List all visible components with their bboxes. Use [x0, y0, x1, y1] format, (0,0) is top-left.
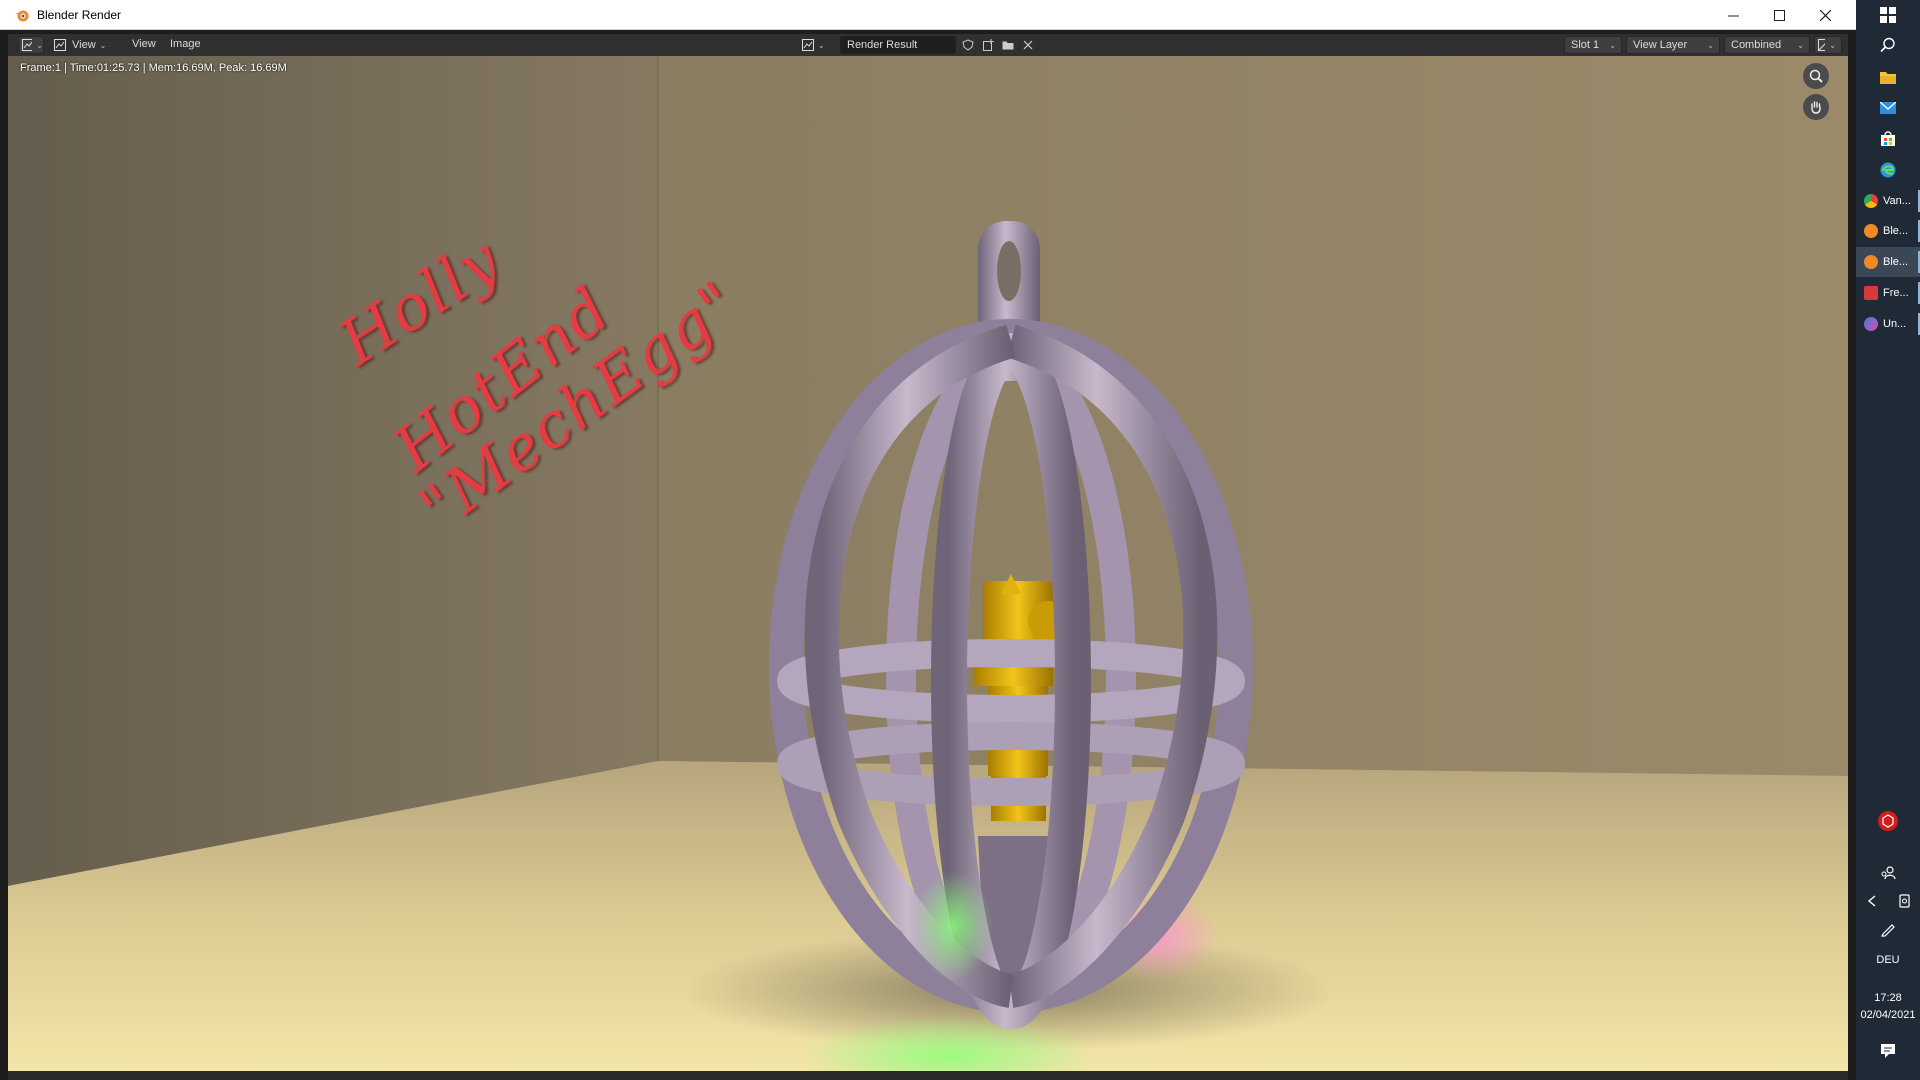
slot-dropdown[interactable]: Slot 1 ⌄	[1564, 36, 1622, 54]
zoom-button[interactable]	[1803, 63, 1829, 89]
taskbar-app-label: Van...	[1883, 195, 1911, 207]
render-viewport[interactable]: Holly HotEnd "MechEgg" Frame:1 | Time:01…	[8, 56, 1848, 1071]
zoom-icon	[1809, 69, 1823, 83]
blender-window: Blender Render ⌄ View ⌄ View Image ⌄ Ren…	[0, 0, 1856, 1080]
unlink-image-button[interactable]	[1020, 37, 1036, 53]
chevron-down-icon: ⌄	[99, 40, 107, 50]
blender-icon	[15, 10, 29, 22]
maximize-button[interactable]	[1756, 0, 1802, 30]
mail-button[interactable]	[1856, 93, 1920, 123]
blender-icon	[1864, 255, 1878, 269]
taskbar-app-label: Un...	[1883, 318, 1907, 330]
device-icon	[1899, 894, 1910, 908]
search-icon	[1880, 37, 1895, 53]
show-hidden-icons-button[interactable]	[1856, 886, 1888, 916]
render-pass-value: Combined	[1731, 39, 1782, 51]
minimize-button[interactable]	[1710, 0, 1756, 30]
window-titlebar: Blender Render	[0, 0, 1856, 30]
pen-icon	[1881, 924, 1895, 937]
open-image-button[interactable]	[1000, 37, 1016, 53]
notification-icon	[1881, 1044, 1895, 1058]
maximize-icon	[1773, 9, 1785, 21]
minimize-icon	[1727, 15, 1739, 16]
red-cube-icon	[1878, 811, 1898, 831]
image-name-value: Render Result	[847, 39, 918, 51]
menu-image[interactable]: Image	[170, 38, 201, 50]
folder-icon	[1002, 41, 1014, 50]
taskbar-app-label: Ble...	[1883, 256, 1909, 268]
view-mode-dropdown[interactable]: View ⌄	[54, 36, 114, 54]
start-button[interactable]	[1856, 0, 1920, 30]
file-explorer-button[interactable]	[1856, 62, 1920, 92]
new-document-icon	[983, 39, 994, 51]
close-icon	[1819, 9, 1831, 21]
taskbar-app-3[interactable]: Fre...	[1856, 278, 1920, 308]
freecad-icon	[1864, 286, 1878, 300]
menu-view[interactable]: View	[132, 38, 156, 50]
mail-icon	[1880, 102, 1896, 114]
close-button[interactable]	[1802, 0, 1848, 30]
taskbar-app-1[interactable]: Ble...	[1856, 216, 1920, 246]
store-bag-icon	[1881, 131, 1895, 146]
input-language[interactable]: DEU	[1856, 954, 1920, 966]
status-bar	[8, 1071, 1848, 1080]
chevron-left-icon	[1867, 895, 1876, 907]
shield-icon	[962, 39, 974, 51]
tray-app-button[interactable]	[1856, 806, 1920, 836]
ultimaker-cura-icon	[1864, 317, 1878, 331]
chevron-down-icon: ⌄	[818, 40, 825, 50]
chevron-down-icon: ⌄	[1707, 40, 1714, 50]
folder-icon	[1880, 72, 1896, 84]
chevron-down-icon: ⌄	[1829, 40, 1836, 50]
edge-icon	[1880, 162, 1896, 178]
render-result-image	[8, 56, 1848, 1071]
image-icon	[802, 39, 814, 51]
action-center-button[interactable]	[1856, 1036, 1920, 1066]
pen-button[interactable]	[1856, 914, 1920, 944]
chevron-down-icon: ⌄	[1797, 40, 1804, 50]
image-editor-header: ⌄ View ⌄ View Image ⌄ Render Result Slot…	[8, 34, 1848, 56]
windows-taskbar: Van... Ble... Ble... Fre... Un... DEU 17…	[1856, 0, 1920, 1080]
people-icon	[1881, 866, 1896, 880]
chrome-icon	[1864, 194, 1878, 208]
view-layer-value: View Layer	[1633, 39, 1688, 51]
people-button[interactable]	[1856, 858, 1920, 888]
edge-button[interactable]	[1856, 155, 1920, 185]
view-mode-label: View	[72, 39, 96, 51]
render-pass-dropdown[interactable]: Combined ⌄	[1724, 36, 1810, 54]
store-button[interactable]	[1856, 124, 1920, 154]
image-browse-button[interactable]: ⌄	[802, 36, 828, 54]
slot-value: Slot 1	[1571, 39, 1600, 51]
windows-logo-icon	[1880, 7, 1896, 23]
taskbar-app-2[interactable]: Ble...	[1856, 247, 1920, 277]
image-name-field[interactable]: Render Result	[840, 36, 956, 54]
taskbar-app-label: Ble...	[1883, 225, 1909, 237]
taskbar-app-4[interactable]: Un...	[1856, 309, 1920, 339]
blender-icon	[1864, 224, 1878, 238]
taskbar-app-0[interactable]: Van...	[1856, 186, 1920, 216]
fake-user-button[interactable]	[960, 37, 976, 53]
new-image-button[interactable]	[980, 37, 996, 53]
search-button[interactable]	[1856, 30, 1920, 60]
device-button[interactable]	[1888, 886, 1920, 916]
image-icon	[54, 39, 66, 51]
chevron-down-icon: ⌄	[1609, 40, 1616, 50]
editor-type-button[interactable]: ⌄	[18, 36, 44, 54]
pan-button[interactable]	[1803, 94, 1829, 120]
image-editor-icon	[22, 39, 33, 51]
taskbar-app-label: Fre...	[1883, 287, 1909, 299]
render-status-info: Frame:1 | Time:01:25.73 | Mem:16.69M, Pe…	[20, 62, 287, 74]
chevron-down-icon: ⌄	[36, 40, 43, 50]
display-channels-icon	[1818, 39, 1826, 51]
display-channels-dropdown[interactable]: ⌄	[1814, 36, 1842, 54]
window-title: Blender Render	[37, 8, 122, 22]
clock-time[interactable]: 17:28	[1856, 992, 1920, 1004]
clock-date[interactable]: 02/04/2021	[1856, 1009, 1920, 1021]
close-icon	[1023, 40, 1033, 50]
view-layer-dropdown[interactable]: View Layer ⌄	[1626, 36, 1720, 54]
hand-icon	[1811, 101, 1821, 114]
